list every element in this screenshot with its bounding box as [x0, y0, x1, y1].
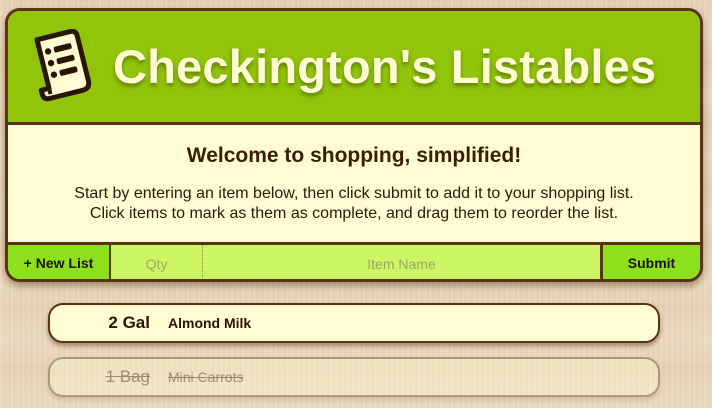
list-item[interactable]: 2 Gal Almond Milk	[48, 303, 660, 343]
list-item-qty: 1 Bag	[105, 367, 150, 386]
list-item-qty: 2 Gal	[108, 313, 150, 332]
list-item-name: Mini Carrots	[168, 369, 244, 385]
receipt-list-icon	[34, 29, 92, 102]
instructions-line-2: Click items to mark as them as complete,…	[89, 205, 619, 222]
app-title: Checkington's Listables	[113, 40, 657, 93]
app-header: Checkington's Listables	[8, 11, 700, 125]
qty-input[interactable]	[111, 245, 203, 279]
instructions-text: Start by entering an item below, then cl…	[8, 184, 700, 224]
item-name-input[interactable]	[203, 245, 600, 279]
add-item-bar: + New List Submit	[8, 242, 700, 279]
welcome-heading: Welcome to shopping, simplified!	[186, 144, 522, 167]
list-item-name: Almond Milk	[168, 315, 252, 331]
main-card: Checkington's Listables Welcome to shopp…	[5, 8, 703, 282]
submit-button[interactable]: Submit	[600, 245, 700, 279]
instructions-line-1: Start by entering an item below, then cl…	[74, 185, 634, 202]
new-list-button[interactable]: + New List	[8, 245, 111, 279]
list-item-completed[interactable]: 1 Bag Mini Carrots	[48, 357, 660, 397]
